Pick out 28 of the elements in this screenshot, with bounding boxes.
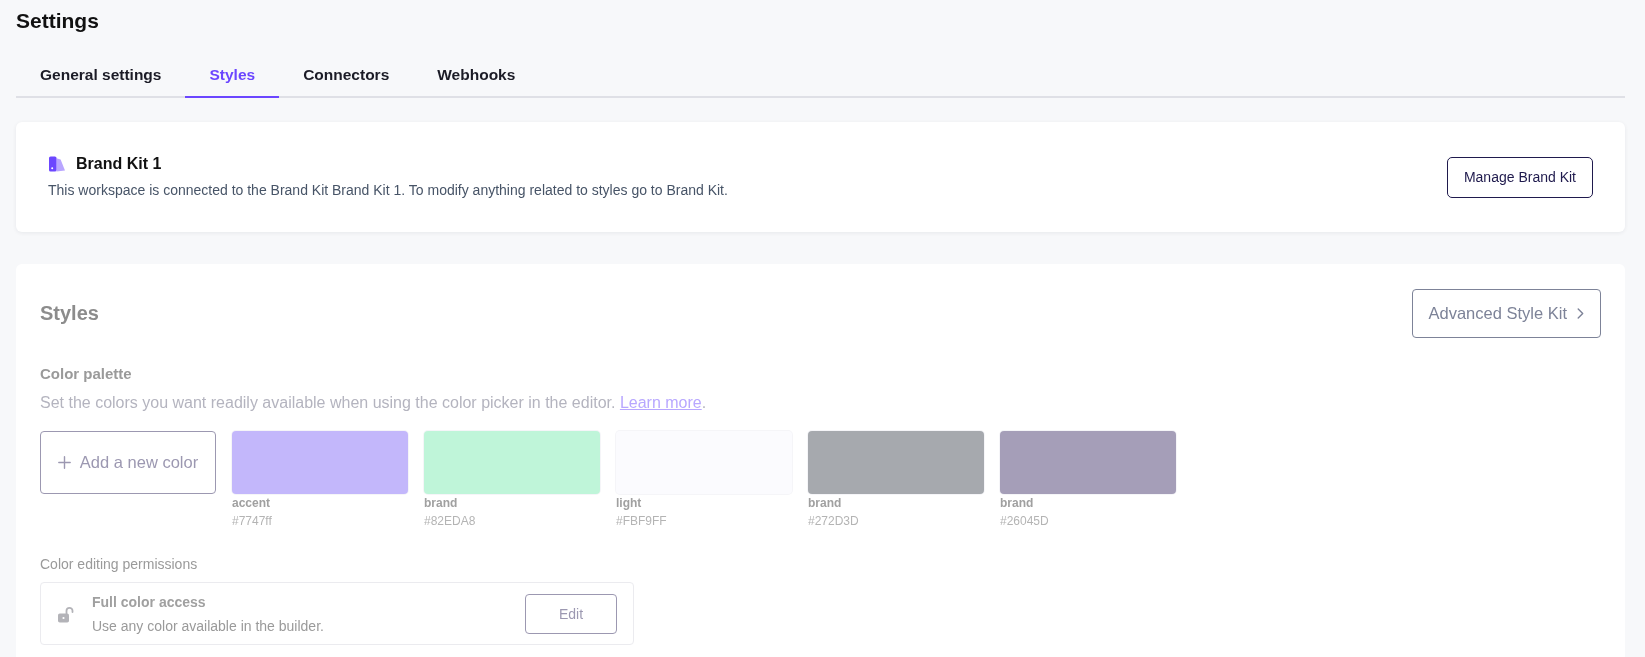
swatch-name: accent xyxy=(232,495,272,511)
settings-tab[interactable]: General settings xyxy=(16,62,186,98)
swatch-name: light xyxy=(616,495,643,511)
swatch-hex: #7747ff xyxy=(232,513,273,529)
permissions-label: Color editing permissions xyxy=(40,555,199,574)
settings-tab[interactable]: Connectors xyxy=(279,62,414,98)
manage-brand-kit-button[interactable]: Manage Brand Kit xyxy=(1446,156,1593,198)
permission-description: Use any color available in the builder. xyxy=(92,617,324,635)
swatch-name: brand xyxy=(1000,495,1035,511)
page-title: Settings xyxy=(16,8,100,34)
swatch-hex: #FBF9FF xyxy=(616,513,668,529)
settings-tab[interactable]: Webhooks xyxy=(413,62,540,98)
styles-heading: Styles xyxy=(40,301,99,326)
unlocked-padlock-icon xyxy=(57,605,74,623)
permission-title: Full color access xyxy=(92,593,207,611)
swatch-hex: #272D3D xyxy=(808,513,860,529)
chevron-right-icon xyxy=(1577,307,1584,319)
plus-icon xyxy=(57,456,71,469)
palette-description: Set the colors you want readily available when using the color picker in the editor. Learn more. xyxy=(40,393,708,413)
brand-kit-description: This workspace is connected to the Brand Kit Brand Kit 1. To modify anything related to styles go to Brand Kit. xyxy=(48,181,728,200)
swatch-hex: #26045D xyxy=(1000,513,1050,529)
swatch-fan-icon xyxy=(48,155,66,173)
swatch-hex: #82EDA8 xyxy=(424,513,477,529)
settings-tab[interactable]: Styles xyxy=(185,62,280,98)
swatch-name: brand xyxy=(424,495,459,511)
brand-kit-title: Brand Kit 1 xyxy=(76,154,162,174)
swatch-name: brand xyxy=(808,495,843,511)
palette-heading: Color palette xyxy=(40,364,133,384)
